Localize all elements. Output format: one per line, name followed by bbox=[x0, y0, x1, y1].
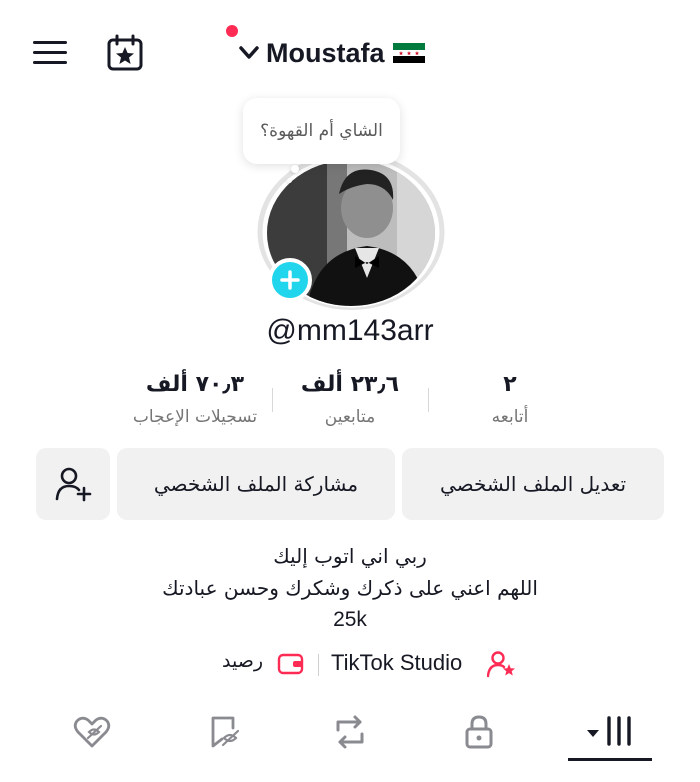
repost-icon bbox=[336, 715, 364, 749]
tab-favorites[interactable] bbox=[203, 710, 247, 754]
following-stat[interactable]: ٢ أتابعه bbox=[425, 372, 595, 427]
share-profile-button[interactable]: مشاركة الملف الشخصي bbox=[117, 448, 395, 520]
note-bubble-tail bbox=[291, 165, 299, 173]
tiktok-studio-link[interactable]: TikTok Studio bbox=[331, 650, 462, 676]
menu-icon[interactable] bbox=[33, 38, 69, 68]
bio-line-1: ربي اني اتوب إليك bbox=[273, 544, 427, 568]
note-text: الشاي أم القهوة؟ bbox=[260, 121, 383, 141]
account-switcher[interactable]: Moustafa bbox=[238, 30, 425, 76]
balance-link[interactable]: رصيد bbox=[222, 650, 263, 672]
note-bubble[interactable]: الشاي أم القهوة؟ bbox=[243, 98, 400, 164]
profile-handle: @mm143arr bbox=[266, 314, 434, 347]
account-username: Moustafa bbox=[266, 37, 385, 68]
following-count: ٢ bbox=[503, 372, 517, 397]
wallet-icon[interactable] bbox=[277, 652, 305, 676]
add-friend-button[interactable] bbox=[36, 448, 110, 520]
bio-line-3: 25k bbox=[333, 608, 367, 631]
notification-dot bbox=[226, 25, 238, 37]
calendar-star-icon[interactable] bbox=[106, 34, 144, 72]
followers-count: ٢٣٫٦ ألف bbox=[300, 372, 400, 397]
syria-revolution-flag-icon bbox=[392, 43, 425, 63]
add-story-button[interactable] bbox=[268, 258, 312, 302]
chevron-down-icon bbox=[239, 46, 259, 59]
followers-stat[interactable]: ٢٣٫٦ ألف متابعين bbox=[270, 372, 430, 427]
bio-line-2: اللهم اعني على ذكرك وشكرك وحسن عبادتك bbox=[162, 576, 538, 600]
lock-icon bbox=[465, 715, 493, 749]
tab-videos[interactable] bbox=[585, 710, 635, 754]
active-tab-indicator bbox=[568, 758, 652, 761]
liked-hidden-icon bbox=[73, 716, 111, 748]
edit-profile-button[interactable]: تعديل الملف الشخصي bbox=[402, 448, 664, 520]
likes-label: تسجيلات الإعجاب bbox=[132, 407, 258, 427]
likes-count: ٧٠٫٣ ألف bbox=[145, 372, 245, 397]
tab-liked[interactable] bbox=[70, 710, 114, 754]
content-tabs bbox=[0, 700, 700, 762]
videos-grid-icon bbox=[587, 716, 631, 746]
tab-repost[interactable] bbox=[328, 710, 372, 754]
note-bubble-tail-small bbox=[287, 178, 292, 183]
likes-stat[interactable]: ٧٠٫٣ ألف تسجيلات الإعجاب bbox=[100, 372, 290, 427]
stats-row: ٢ أتابعه ٢٣٫٦ ألف متابعين ٧٠٫٣ ألف تسجيل… bbox=[100, 372, 600, 442]
followers-label: متابعين bbox=[324, 407, 376, 427]
add-user-icon bbox=[55, 467, 92, 502]
plus-icon bbox=[280, 270, 300, 290]
following-label: أتابعه bbox=[491, 407, 529, 427]
favorites-hidden-icon bbox=[211, 716, 240, 748]
links-row: TikTok Studio رصيد bbox=[0, 646, 700, 682]
link-divider bbox=[318, 654, 319, 676]
top-bar: Moustafa bbox=[0, 0, 700, 100]
creator-star-icon[interactable] bbox=[486, 650, 517, 678]
tab-private[interactable] bbox=[457, 710, 501, 754]
